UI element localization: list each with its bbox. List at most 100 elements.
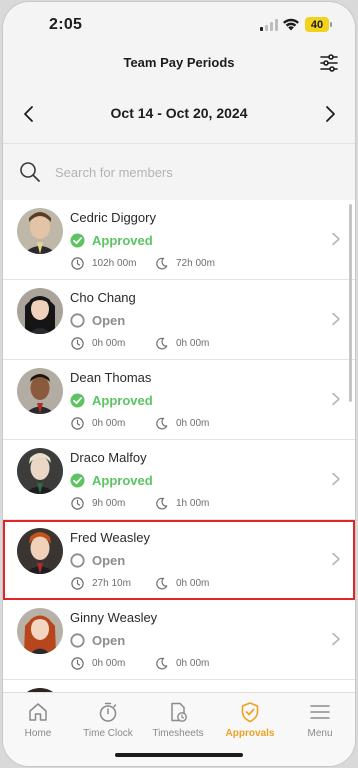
status-bar: 2:05 40 (3, 2, 355, 48)
hours-summary: 102h 00m 72h 00m (71, 257, 215, 270)
break-hours: 72h 00m (176, 258, 215, 269)
member-name: Fred Weasley (70, 530, 150, 545)
clock-icon (71, 337, 84, 350)
avatar (17, 448, 63, 494)
status-text: Approved (92, 233, 153, 248)
phone-screen: 2:05 40 Team Pay Periods Oct 14 - Oct 20… (3, 2, 355, 766)
next-period-chevron-icon[interactable] (321, 104, 339, 124)
clock-icon (71, 417, 84, 430)
status-text: Open (92, 633, 126, 648)
break-hours: 0h 00m (176, 578, 210, 589)
open-circle-icon (70, 313, 85, 328)
shield-check-icon (241, 702, 259, 723)
clock-icon (71, 577, 84, 590)
home-indicator[interactable] (115, 753, 243, 757)
hours-summary: 0h 00m 0h 00m (71, 657, 209, 670)
break-hours: 0h 00m (176, 418, 210, 429)
status-open: Open (70, 313, 125, 328)
list-scrollbar[interactable] (349, 204, 352, 402)
filter-sliders-icon[interactable] (319, 53, 339, 73)
clock-icon (71, 257, 84, 270)
member-row-dean-thomas[interactable]: Dean Thomas Approved 0h 00m 0h 00m (3, 360, 355, 440)
member-name: Cho Chang (70, 290, 136, 305)
tab-home[interactable]: Home (3, 701, 73, 739)
break-hours: 0h 00m (176, 338, 210, 349)
chevron-right-icon (332, 232, 340, 246)
tab-label: Approvals (225, 728, 275, 739)
break-hours: 0h 00m (176, 658, 210, 669)
chevron-right-icon (332, 632, 340, 646)
status-open: Open (70, 553, 125, 568)
tab-menu[interactable]: Menu (285, 701, 355, 739)
battery-level: 40 (310, 18, 324, 31)
worked-hours: 102h 00m (92, 258, 137, 269)
hours-summary: 9h 00m 1h 00m (71, 497, 209, 510)
search-input[interactable] (55, 158, 335, 186)
moon-icon (156, 657, 168, 670)
chevron-right-icon (332, 312, 340, 326)
member-row-draco-malfoy[interactable]: Draco Malfoy Approved 9h 00m 1h 00m (3, 440, 355, 520)
status-text: Approved (92, 473, 153, 488)
approved-check-icon (70, 393, 85, 408)
hours-summary: 0h 00m 0h 00m (71, 337, 209, 350)
clock-icon (71, 657, 84, 670)
approved-check-icon (70, 233, 85, 248)
status-text: Approved (92, 393, 153, 408)
member-row-partial[interactable] (3, 680, 355, 692)
moon-icon (156, 497, 168, 510)
divider (3, 143, 355, 144)
chevron-right-icon (332, 472, 340, 486)
member-row-fred-weasley[interactable]: Fred Weasley Open 27h 10m 0h 00m (3, 520, 355, 600)
avatar (17, 368, 63, 414)
tab-label: Menu (307, 728, 333, 739)
battery-indicator: 40 (305, 17, 332, 32)
status-approved: Approved (70, 393, 153, 408)
member-name: Ginny Weasley (70, 610, 158, 625)
tab-time-clock[interactable]: Time Clock (73, 701, 143, 739)
avatar (17, 528, 63, 574)
status-approved: Approved (70, 233, 153, 248)
worked-hours: 0h 00m (92, 658, 126, 669)
status-approved: Approved (70, 473, 153, 488)
wifi-icon (283, 18, 299, 31)
member-row-cedric-diggory[interactable]: Cedric Diggory Approved 102h 00m 72h 00m (3, 200, 355, 280)
status-text: Open (92, 313, 126, 328)
status-open: Open (70, 633, 125, 648)
worked-hours: 9h 00m (92, 498, 126, 509)
tab-timesheets[interactable]: Timesheets (143, 701, 213, 739)
tab-label: Home (24, 728, 52, 739)
worked-hours: 0h 00m (92, 338, 126, 349)
break-hours: 1h 00m (176, 498, 210, 509)
clock-icon (71, 497, 84, 510)
avatar (17, 608, 63, 654)
approved-check-icon (70, 473, 85, 488)
stopwatch-icon (99, 702, 117, 722)
search-icon (20, 162, 40, 182)
page-title: Team Pay Periods (123, 55, 235, 70)
status-time: 2:05 (49, 16, 83, 33)
worked-hours: 0h 00m (92, 418, 126, 429)
status-text: Open (92, 553, 126, 568)
member-row-ginny-weasley[interactable]: Ginny Weasley Open 0h 00m 0h 00m (3, 600, 355, 680)
pay-period-selector: Oct 14 - Oct 20, 2024 (3, 96, 355, 132)
cellular-signal-icon (260, 19, 278, 31)
tab-label: Timesheets (152, 728, 204, 739)
moon-icon (156, 337, 168, 350)
member-row-cho-chang[interactable]: Cho Chang Open 0h 00m 0h 00m (3, 280, 355, 360)
tab-approvals[interactable]: Approvals (215, 701, 285, 739)
member-name: Draco Malfoy (70, 450, 147, 465)
pay-period-label: Oct 14 - Oct 20, 2024 (110, 105, 248, 121)
moon-icon (156, 577, 168, 590)
hamburger-icon (310, 705, 330, 719)
avatar (17, 288, 63, 334)
open-circle-icon (70, 633, 85, 648)
member-name: Dean Thomas (70, 370, 152, 385)
chevron-right-icon (332, 552, 340, 566)
tab-label: Time Clock (83, 728, 133, 739)
hours-summary: 27h 10m 0h 00m (71, 577, 209, 590)
open-circle-icon (70, 553, 85, 568)
avatar (17, 208, 63, 254)
member-name: Cedric Diggory (70, 210, 156, 225)
member-list[interactable]: Cedric Diggory Approved 102h 00m 72h 00m… (3, 200, 355, 692)
hours-summary: 0h 00m 0h 00m (71, 417, 209, 430)
